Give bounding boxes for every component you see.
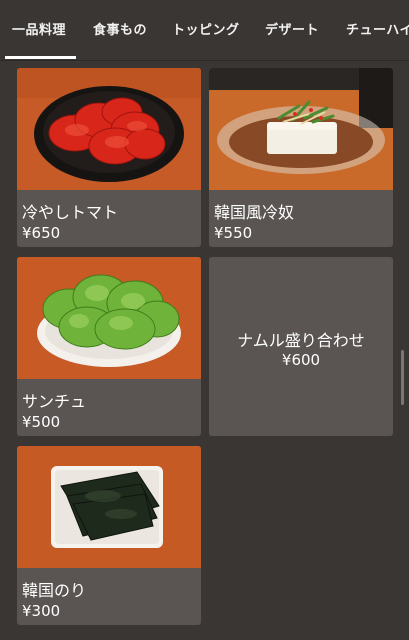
menu-item-card[interactable]: サンチュ ¥500 [17,257,201,436]
tab-chuhai[interactable]: チューハイ [346,19,409,43]
tomato-plate-image [17,68,201,190]
lettuce-plate-image [17,257,201,379]
menu-item-grid: 冷やしトマト ¥650 韓国風冷奴 ¥550 サンチュ ¥500 ナムル盛り合わ… [0,60,400,640]
menu-item-price: ¥300 [22,602,61,620]
menu-item-card[interactable]: 韓国風冷奴 ¥550 [209,68,393,247]
menu-item-price: ¥550 [214,224,253,242]
menu-item-name: 冷やしトマト [22,203,119,222]
active-tab-indicator [5,56,76,59]
menu-item-name: 韓国のり [22,581,87,600]
menu-item-name: ナムル盛り合わせ [237,331,365,350]
menu-item-name: サンチュ [22,392,87,411]
tab-dessert[interactable]: デザート [265,19,319,43]
tab-shokuji-mono[interactable]: 食事もの [93,19,147,43]
menu-item-price: ¥500 [22,413,61,431]
menu-item-card[interactable]: ナムル盛り合わせ ¥600 [209,257,393,436]
menu-item-card[interactable]: 冷やしトマト ¥650 [17,68,201,247]
menu-item-name: 韓国風冷奴 [214,203,295,222]
menu-item-card[interactable]: 韓国のり ¥300 [17,446,201,625]
menu-item-price: ¥600 [281,351,321,369]
tab-topping[interactable]: トッピング [172,19,240,43]
scrollbar-thumb[interactable] [401,350,404,405]
seaweed-plate-image [17,446,201,568]
category-tab-bar: 一品料理 食事もの トッピング デザート チューハイ [0,0,409,61]
tab-ippin-ryori[interactable]: 一品料理 [12,19,66,43]
menu-item-price: ¥650 [22,224,61,242]
tofu-dish-image [209,68,393,190]
